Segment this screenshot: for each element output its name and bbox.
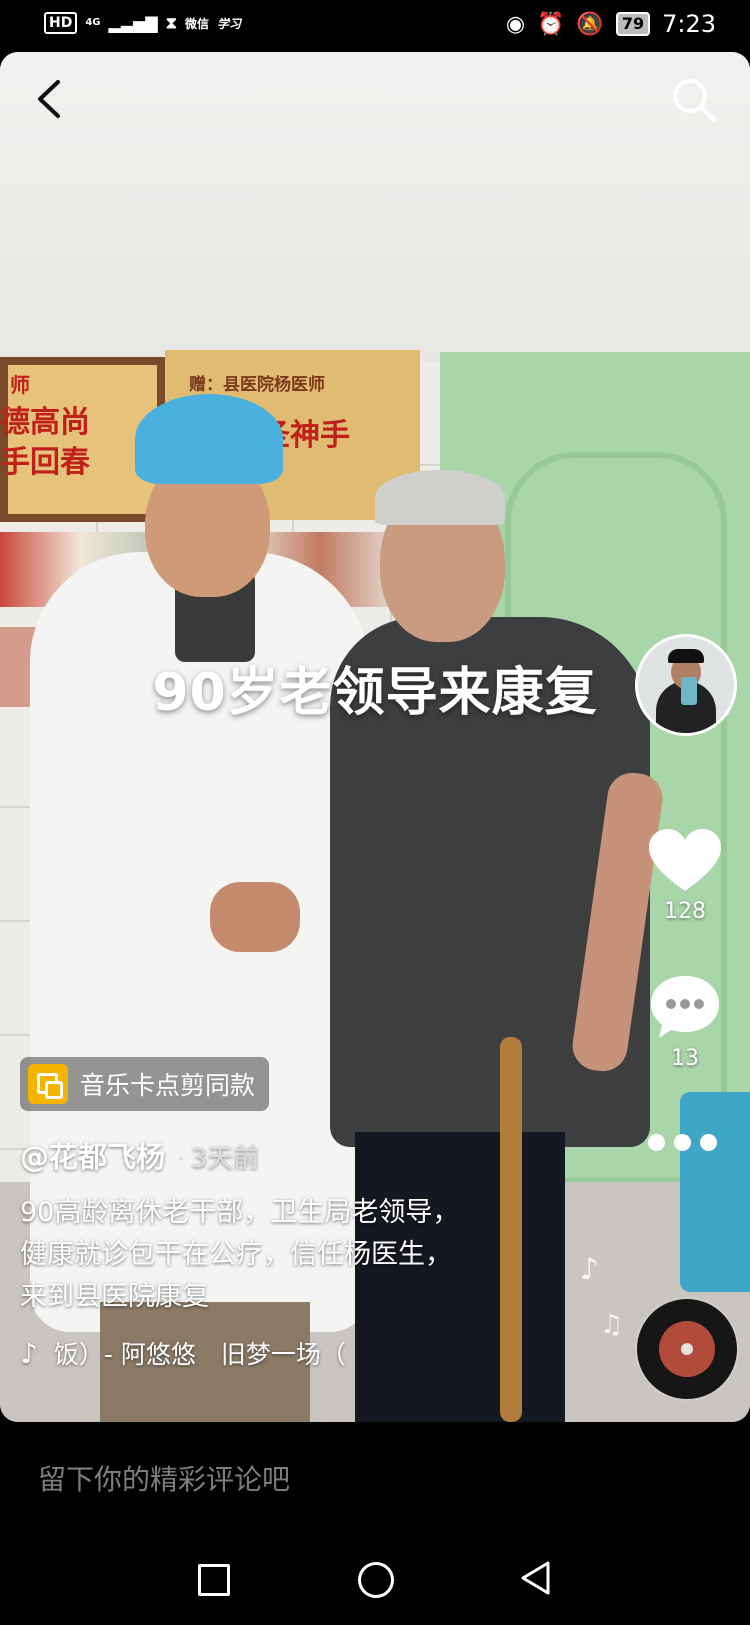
signal-icon: ▂▃▅▇ — [108, 13, 158, 33]
heart-icon — [649, 829, 721, 891]
system-nav-bar — [0, 1542, 750, 1625]
doctor-cap — [135, 394, 283, 484]
comment-bar: 留下你的精彩评论吧 — [0, 1422, 750, 1542]
battery-indicator: 79 — [615, 12, 651, 36]
network-type: 4G — [85, 17, 101, 28]
scene-wall — [0, 52, 750, 362]
comment-count: 13 — [671, 1046, 699, 1071]
post-description[interactable]: 90高龄离休老干部，卫生局老领导， 健康就诊包干在公疗，信任杨医生， 来到县医院… — [20, 1192, 580, 1318]
music-title: 饭）- 阿悠悠 旧梦一场（ — [53, 1340, 346, 1369]
music-note-icon: ♫ — [600, 1310, 624, 1340]
home-icon[interactable] — [358, 1562, 394, 1598]
hourglass-icon: ⧗ — [165, 13, 177, 32]
separator: · — [177, 1145, 185, 1173]
author-name[interactable]: @花都飞杨 — [20, 1134, 165, 1176]
clock: 7:23 — [662, 10, 716, 38]
eye-icon: ◉ — [505, 11, 526, 37]
recent-apps-icon[interactable] — [198, 1564, 230, 1596]
nav-back-icon[interactable] — [518, 1560, 554, 1596]
more-icon — [648, 1134, 665, 1151]
template-label: 音乐卡点剪同款 — [80, 1071, 256, 1100]
status-bar: HD 4G ▂▃▅▇ ⧗ 微信 学习 ◉ ⏰ 🔕 79 7:23 — [0, 0, 750, 52]
status-left-icons: HD 4G ▂▃▅▇ ⧗ 微信 学习 — [44, 12, 241, 34]
back-icon — [38, 80, 60, 118]
comment-input[interactable]: 留下你的精彩评论吧 — [38, 1458, 290, 1498]
elder-hair — [375, 470, 505, 525]
video-player[interactable]: 师 德高尚 手回春 赠：县医院杨医师 圣神手 90岁老领导来康复 128 13 … — [0, 52, 750, 1422]
alarm-icon: ⏰ — [537, 11, 565, 37]
description-line: 90高龄离休老干部，卫生局老领导， — [20, 1197, 460, 1228]
description-line: 健康就诊包干在公疗，信任杨医生， — [20, 1239, 452, 1270]
template-chip[interactable]: 音乐卡点剪同款 — [20, 1057, 270, 1111]
hd-indicator: HD — [44, 12, 78, 34]
search-button[interactable] — [668, 74, 720, 126]
scene-bed — [680, 1092, 750, 1292]
mute-icon: 🔕 — [576, 11, 604, 37]
wechat-icon: 微信 — [184, 16, 209, 31]
comment-icon — [651, 976, 719, 1038]
status-right-icons: ◉ ⏰ 🔕 79 7:23 — [506, 10, 716, 38]
back-button[interactable] — [30, 74, 70, 124]
comment-button[interactable]: 13 — [645, 972, 725, 1071]
description-line: 来到县医院康复 — [20, 1281, 209, 1312]
post-time: 3天前 — [190, 1144, 260, 1174]
music-disc[interactable] — [637, 1299, 737, 1399]
more-button[interactable] — [648, 1134, 728, 1164]
music-note-icon: ♪ — [580, 1252, 600, 1287]
tiktok-icon: ♪ — [20, 1336, 38, 1370]
search-icon — [673, 79, 716, 122]
handshake — [210, 882, 300, 952]
like-button[interactable]: 128 — [645, 827, 725, 924]
music-info[interactable]: ♪ 饭）- 阿悠悠 旧梦一场（ — [20, 1335, 346, 1371]
template-icon — [28, 1064, 68, 1104]
author-row: @花都飞杨 · 3天前 — [20, 1134, 259, 1176]
like-count: 128 — [664, 899, 706, 924]
study-app-icon: 学习 — [216, 16, 241, 31]
author-avatar[interactable] — [635, 634, 737, 736]
